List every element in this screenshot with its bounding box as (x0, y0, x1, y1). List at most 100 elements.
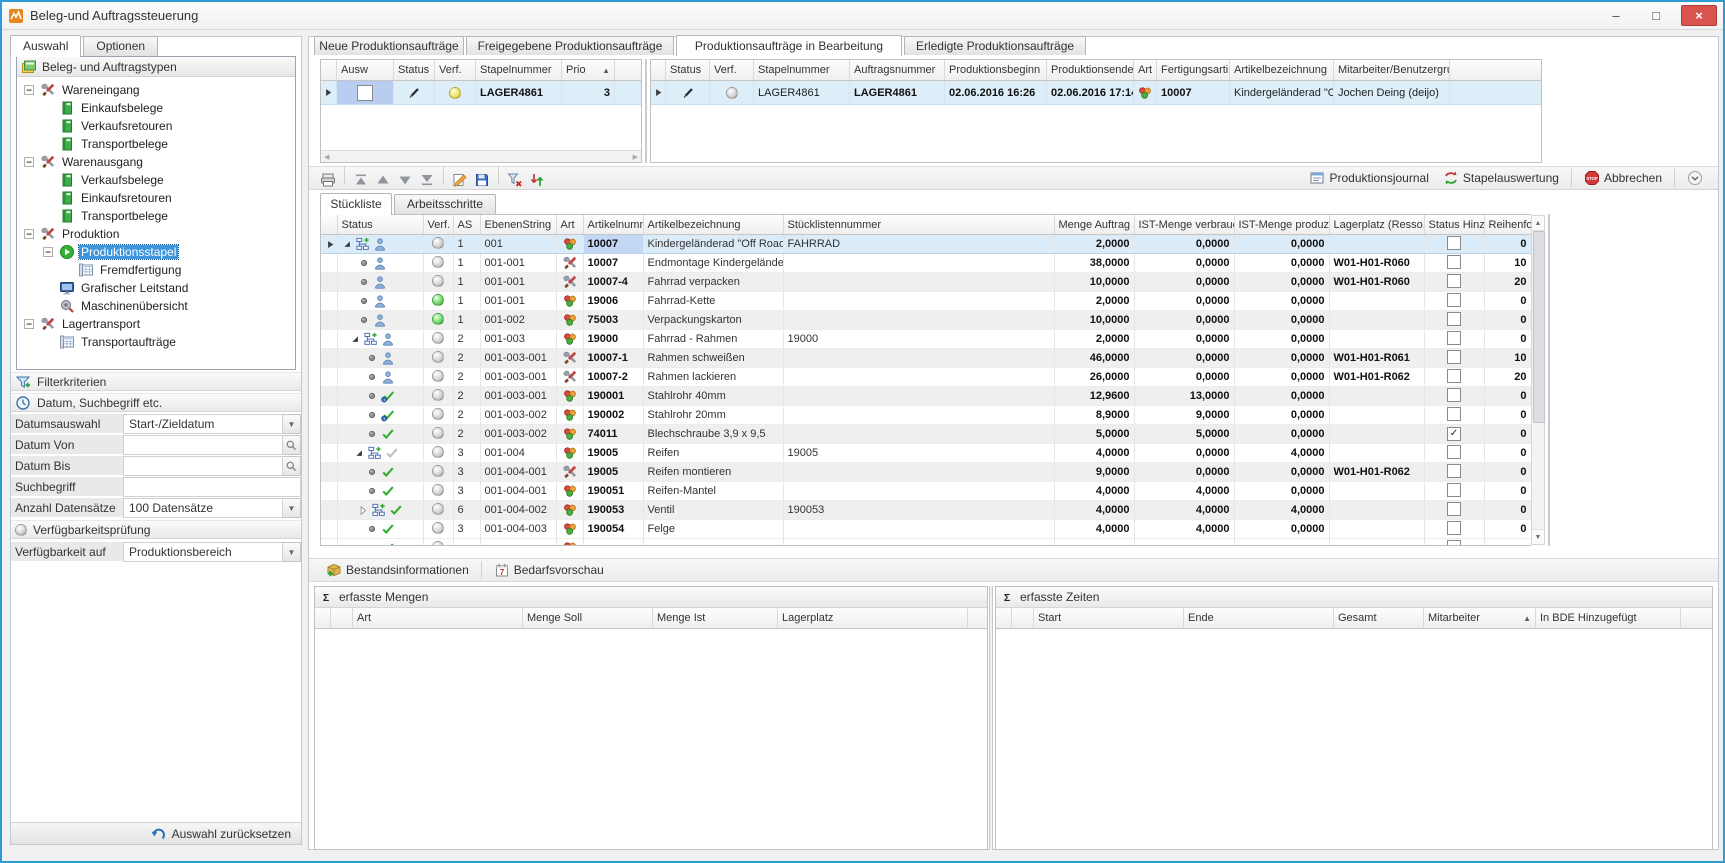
artikelbezeichnung-cell[interactable]: Reifen montieren (643, 462, 784, 482)
reihenfolge-cell[interactable]: 0 (1484, 386, 1531, 406)
checkbox[interactable] (1447, 349, 1461, 364)
status-cell[interactable] (337, 310, 424, 330)
reihenfolge-cell[interactable]: 0 (1484, 424, 1531, 444)
collapse-box-icon[interactable] (42, 246, 55, 259)
menge-auftrag-cell[interactable]: 26,0000 (1054, 367, 1135, 387)
stuecklistennummer-cell[interactable] (783, 481, 1055, 501)
as-cell[interactable]: 2 (453, 386, 481, 406)
ebenenstring-cell[interactable]: 001-004-003 (480, 519, 557, 539)
art-cell[interactable] (556, 538, 584, 545)
lagerplatz-cell[interactable] (1329, 443, 1425, 463)
verf-cell[interactable] (423, 538, 454, 545)
exp-open-icon[interactable] (354, 448, 365, 459)
table-row[interactable]: 3 001-004-001 190051 Reifen-Mantel 4,0000 4,0… (321, 481, 1531, 501)
column-header-status-hinz[interactable]: Status Hinz... (1424, 215, 1485, 235)
verf-cell[interactable] (710, 81, 754, 104)
sidebar-tab-optionen[interactable]: Optionen (83, 36, 159, 56)
column-header-mitarbeiter[interactable]: Mitarbeiter ▲ (1424, 608, 1536, 628)
menge-auftrag-cell[interactable]: 5,0000 (1054, 424, 1135, 444)
checkbox[interactable] (1447, 520, 1461, 535)
produktionsjournal-button[interactable]: Produktionsjournal (1302, 168, 1435, 188)
filter-remove-button[interactable] (504, 170, 526, 190)
status-cell[interactable] (337, 329, 424, 349)
ist-produziert-cell[interactable]: 0,0000 (1234, 310, 1330, 330)
as-cell[interactable]: 3 (453, 519, 481, 539)
menge-auftrag-cell[interactable]: 10,0000 (1054, 310, 1135, 330)
status-hinzugefuegt-cell[interactable] (1424, 234, 1485, 254)
reihenfolge-cell[interactable]: 0 (1484, 310, 1531, 330)
as-cell[interactable]: 1 (453, 253, 481, 273)
checkbox[interactable] (357, 84, 373, 101)
row-indicator[interactable] (321, 367, 338, 387)
artikelnummer-cell[interactable]: 19000 (583, 329, 644, 349)
checkbox[interactable] (1447, 292, 1461, 307)
collapse-box-icon[interactable] (23, 228, 36, 241)
column-header-produktionsbeginn[interactable]: Produktionsbeginn (945, 60, 1047, 80)
suchbegriff-input[interactable] (123, 477, 301, 497)
checkbox[interactable] (1447, 330, 1461, 345)
ebenenstring-cell[interactable]: 001-003-001 (480, 386, 557, 406)
stapelnummer-cell[interactable]: LAGER4861 (754, 81, 850, 104)
status-hinzugefuegt-cell[interactable] (1424, 500, 1485, 520)
ist-produziert-cell[interactable]: 4,0000 (1234, 443, 1330, 463)
artikelnummer-cell[interactable]: 74011 (583, 424, 644, 444)
column-header-menge-ist[interactable]: Menge Ist (653, 608, 778, 628)
ist-verbraucht-cell[interactable]: 9,0000 (1134, 405, 1235, 425)
ist-verbraucht-cell[interactable]: 5,0000 (1134, 424, 1235, 444)
collapse-box-icon[interactable] (23, 156, 36, 169)
artikelnummer-cell[interactable]: 19005 (583, 462, 644, 482)
nav-up-button[interactable] (372, 170, 394, 190)
maximize-button[interactable]: □ (1641, 6, 1671, 25)
ist-verbraucht-cell[interactable]: 0,0000 (1134, 310, 1235, 330)
stuecklistennummer-cell[interactable] (783, 310, 1055, 330)
tree-item-verkaufsbelege[interactable]: Verkaufsbelege (17, 171, 295, 189)
exp-closed-icon[interactable] (358, 505, 369, 516)
row-indicator[interactable] (321, 234, 338, 254)
art-cell[interactable] (556, 272, 584, 292)
artikelnummer-cell[interactable]: 10007-2 (583, 367, 644, 387)
art-cell[interactable] (556, 253, 584, 273)
main-tab-neue-produktionsaufträge[interactable]: Neue Produktionsaufträge (314, 36, 464, 55)
art-cell[interactable] (556, 481, 584, 501)
artikelnummer-cell[interactable]: 190002 (583, 405, 644, 425)
column-header-ende[interactable]: Ende (1184, 608, 1334, 628)
status-hinzugefuegt-cell[interactable] (1424, 519, 1485, 539)
artikelbezeichnung-cell[interactable]: Fahrrad-Kette (643, 291, 784, 311)
availability-group-header[interactable]: Verfügbarkeitsprüfung (11, 520, 301, 539)
stuecklistennummer-cell[interactable]: 190053 (783, 500, 1055, 520)
status-cell[interactable] (337, 253, 424, 273)
lagerplatz-cell[interactable] (1329, 405, 1425, 425)
dropdown-arrow-icon[interactable]: ▼ (283, 542, 301, 562)
status-cell[interactable] (337, 538, 424, 545)
artikelnummer-cell[interactable]: 190054 (583, 519, 644, 539)
bottom-splitter[interactable] (989, 586, 993, 850)
detail-tab-stückliste[interactable]: Stückliste (320, 193, 392, 215)
ist-produziert-cell[interactable]: 0,0000 (1234, 367, 1330, 387)
collapse-box-icon[interactable] (23, 84, 36, 97)
ist-produziert-cell[interactable]: 0,0000 (1234, 348, 1330, 368)
grid-splitter[interactable] (645, 59, 647, 163)
art-cell[interactable] (556, 329, 584, 349)
art-cell[interactable] (556, 443, 584, 463)
ist-verbraucht-cell[interactable]: 4,0000 (1134, 481, 1235, 501)
as-cell[interactable]: 2 (453, 405, 481, 425)
status-hinzugefuegt-cell[interactable] (1424, 481, 1485, 501)
as-cell[interactable]: 2 (453, 367, 481, 387)
menge-auftrag-cell[interactable]: 4,0000 (1054, 519, 1135, 539)
ist-verbraucht-cell[interactable]: 0,0000 (1134, 253, 1235, 273)
prio-cell[interactable]: 3 (562, 81, 615, 104)
reihenfolge-cell[interactable]: 0 (1484, 519, 1531, 539)
table-row[interactable]: 6 001-004-002 190053 Ventil 190053 4,0000 4,00… (321, 500, 1531, 520)
lagerplatz-cell[interactable] (1329, 538, 1425, 545)
as-cell[interactable]: 2 (453, 424, 481, 444)
column-header-artikelbezeichnung[interactable]: Artikelbezeichnung (1230, 60, 1334, 80)
detail-tab-arbeitsschritte[interactable]: Arbeitsschritte (394, 194, 496, 214)
stuecklistennummer-cell[interactable] (783, 538, 1055, 545)
column-header-art[interactable]: Art (353, 608, 523, 628)
artikelnummer-cell[interactable]: 75003 (583, 310, 644, 330)
checkbox[interactable] (1447, 406, 1461, 421)
tree-item-warenausgang[interactable]: Warenausgang (17, 153, 295, 171)
status-hinzugefuegt-cell[interactable] (1424, 462, 1485, 482)
ist-verbraucht-cell[interactable]: 13,0000 (1134, 386, 1235, 406)
ebenenstring-cell[interactable]: 001-001 (480, 272, 557, 292)
